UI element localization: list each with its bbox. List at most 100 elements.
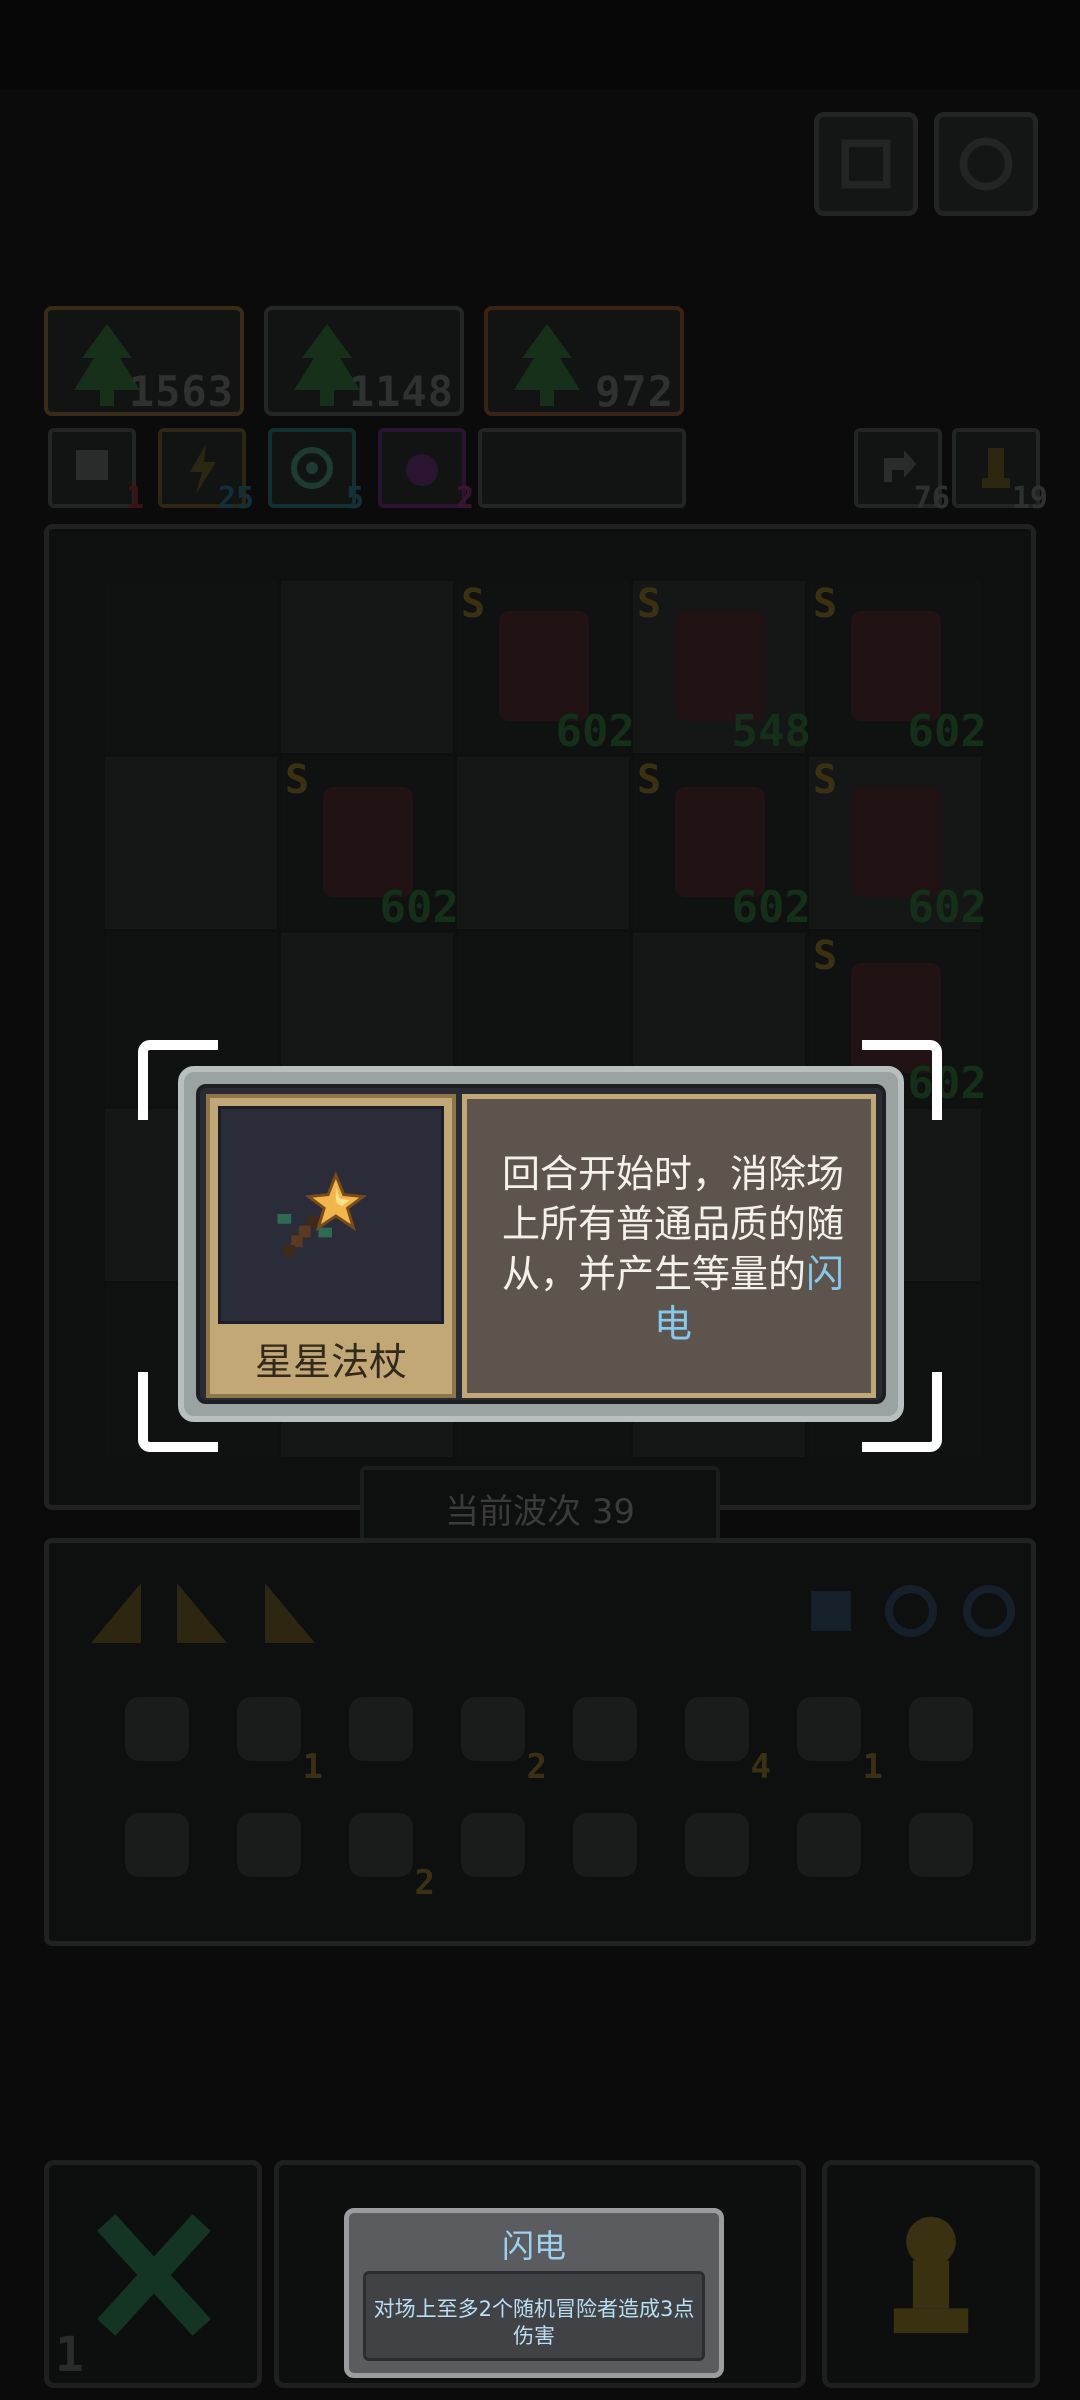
unit-hp: 602: [379, 882, 459, 933]
cancel-button[interactable]: 1: [44, 2160, 262, 2388]
cloud-icon: [685, 1697, 749, 1761]
inventory-item[interactable]: [335, 1683, 427, 1775]
resource-value: 972: [595, 367, 674, 416]
inventory-item[interactable]: [559, 1683, 651, 1775]
unit-rank: S: [637, 757, 662, 803]
blue-potion-icon: [125, 1813, 189, 1877]
unit-hp: 602: [907, 882, 987, 933]
resource-card-3[interactable]: 972: [484, 306, 684, 416]
tree-icon: [514, 324, 580, 406]
inventory-item[interactable]: [895, 1799, 987, 1891]
item-count: 4: [750, 1747, 771, 1787]
adventurer-unit[interactable]: S 602: [809, 757, 987, 933]
board-cell[interactable]: [105, 581, 277, 753]
inventory-item[interactable]: 2: [335, 1799, 435, 1903]
stat-chip-empty: [478, 428, 686, 508]
adventurer-unit[interactable]: S 602: [809, 581, 987, 757]
camera-icon: [797, 1813, 861, 1877]
resource-value: 1563: [128, 367, 234, 416]
adventurer-sprite: [851, 611, 941, 721]
trap-slots: [79, 1563, 349, 1659]
mimic-icon: [349, 1813, 413, 1877]
goo-icon: [125, 1697, 189, 1761]
pickaxe-icon: [797, 1697, 861, 1761]
mushroom-icon: [461, 1697, 525, 1761]
item-portrait-panel: 星星法杖: [206, 1094, 456, 1398]
adventurer-unit[interactable]: S 602: [633, 757, 811, 933]
unit-hp: 602: [555, 706, 635, 757]
item-count: 1: [862, 1747, 883, 1787]
adventurer-sprite: [675, 787, 765, 897]
pawn-large-icon: [893, 2216, 969, 2334]
unit-rank: S: [813, 933, 838, 979]
item-tooltip-card: 星星法杖 回合开始时，消除场上所有普通品质的随从，并产生等量的闪电: [178, 1066, 904, 1422]
inventory-item[interactable]: [111, 1683, 203, 1775]
adventurer-sprite: [323, 787, 413, 897]
restart-icon: [841, 139, 891, 189]
stat-chip-lightning[interactable]: 25: [158, 428, 254, 516]
feather-icon: [461, 1813, 525, 1877]
target-icon: [291, 447, 333, 489]
item-count: 1: [302, 1747, 323, 1787]
item-count: 2: [414, 1863, 435, 1903]
item-name: 星星法杖: [254, 1340, 407, 1384]
resource-card-2[interactable]: 1148: [264, 306, 464, 416]
inventory-item[interactable]: [559, 1799, 651, 1891]
keyword-title: 闪电: [501, 2227, 566, 2265]
star-wand-icon: [573, 1697, 637, 1761]
inventory-item[interactable]: 1: [223, 1683, 323, 1787]
inventory-item[interactable]: [111, 1799, 203, 1891]
bone-icon: [237, 1697, 301, 1761]
wedge-icons: [91, 1583, 315, 1643]
potion-chip-icon: [406, 454, 438, 486]
inventory-item[interactable]: [671, 1799, 763, 1891]
stat-chip-potion[interactable]: 2: [378, 428, 474, 516]
keyword-tooltip: 闪电 对场上至多2个随机冒险者造成3点伤害: [344, 2208, 724, 2378]
board-cell[interactable]: [457, 757, 629, 929]
adventurer-sprite: [499, 611, 589, 721]
flask-icon: [909, 1697, 973, 1761]
shield-icon: [349, 1697, 413, 1761]
green-orb-icon: [573, 1813, 637, 1877]
inventory-item[interactable]: 4: [671, 1683, 771, 1787]
unit-hp: 548: [731, 706, 811, 757]
item-count: 2: [526, 1747, 547, 1787]
inventory-item[interactable]: 2: [447, 1683, 547, 1787]
stat-value: 5: [345, 481, 364, 516]
item-description: 回合开始时，消除场上所有普通品质的随从，并产生等量的闪电: [489, 1149, 857, 1349]
adventurer-unit[interactable]: S 602: [457, 581, 635, 757]
stat-chip-target[interactable]: 5: [268, 428, 364, 516]
summon-button[interactable]: [822, 2160, 1040, 2388]
board-cell[interactable]: [281, 581, 453, 753]
stat-value: 2: [455, 481, 474, 516]
adventurer-unit[interactable]: S 548: [633, 581, 811, 757]
pawn-chip[interactable]: 19: [952, 428, 1048, 516]
orb-icon: [237, 1813, 301, 1877]
stat-value: 19: [1011, 481, 1048, 516]
adventurer-unit[interactable]: S 602: [281, 757, 459, 933]
inventory-item[interactable]: [783, 1799, 875, 1891]
inventory-panel: 1 2 4 1 2: [44, 1538, 1036, 1946]
syringe-icon: [685, 1813, 749, 1877]
gear-ring-icons: [811, 1585, 1015, 1637]
stat-value: 1: [125, 481, 144, 516]
stat-chip-skull[interactable]: 1: [48, 428, 144, 516]
board-cell[interactable]: [105, 757, 277, 929]
inventory-item[interactable]: 1: [783, 1683, 883, 1787]
unit-rank: S: [637, 581, 662, 627]
inventory-item[interactable]: [447, 1799, 539, 1891]
resource-card-1[interactable]: 1563: [44, 306, 244, 416]
inventory-item[interactable]: [895, 1683, 987, 1775]
unit-rank: S: [461, 581, 486, 627]
cancel-count: 1: [55, 2327, 84, 2383]
refresh-chip[interactable]: 76: [854, 428, 950, 516]
unit-hp: 602: [907, 706, 987, 757]
item-description-panel: 回合开始时，消除场上所有普通品质的随从，并产生等量的闪电: [462, 1094, 876, 1398]
stat-value: 25: [217, 481, 254, 516]
keyword-description: 对场上至多2个随机冒险者造成3点伤害: [363, 2271, 705, 2361]
gear-icon: [959, 137, 1013, 191]
inventory-item[interactable]: [223, 1799, 315, 1891]
restart-button[interactable]: [814, 112, 918, 216]
settings-button[interactable]: [934, 112, 1038, 216]
ability-icons: [789, 1563, 1029, 1659]
